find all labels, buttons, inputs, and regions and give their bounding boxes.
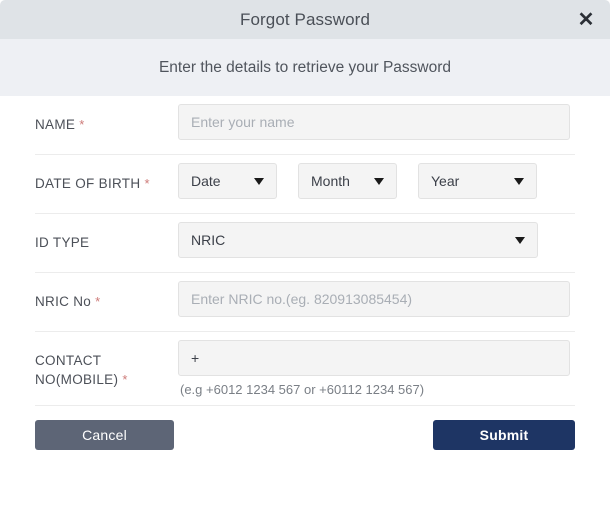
id-type-select[interactable]: NRIC [178,222,538,258]
chevron-down-icon [515,236,525,244]
required-asterisk: * [144,176,150,191]
label-name: NAME * [35,96,178,134]
dob-month-select-box[interactable]: Month [298,163,397,199]
dialog-subtitle-band: Enter the details to retrieve your Passw… [0,39,610,96]
cancel-button[interactable]: Cancel [35,420,174,450]
dialog-body: NAME * DATE OF BIRTH * Date [0,96,610,406]
chevron-down-icon [514,177,524,185]
label-nric-no-text: NRIC No [35,294,92,309]
control-name [178,96,575,148]
dob-selects-group: Date Month Year [178,163,575,199]
dob-year-select[interactable]: Year [418,163,537,199]
control-id-type: NRIC [178,214,575,266]
dob-year-value: Year [431,173,460,189]
dob-month-value: Month [311,173,350,189]
label-date-of-birth-text: DATE OF BIRTH [35,176,141,191]
contact-no-hint: (e.g +6012 1234 567 or +60112 1234 567) [180,382,425,397]
id-type-value: NRIC [191,232,226,248]
dob-date-select[interactable]: Date [178,163,277,199]
dialog-title: Forgot Password [240,9,370,29]
chevron-down-icon [374,177,384,185]
form-row-id-type: ID TYPE NRIC [35,214,575,273]
label-date-of-birth: DATE OF BIRTH * [35,155,178,193]
dialog-footer: Cancel Submit [0,406,610,450]
label-name-text: NAME [35,117,76,132]
form-row-name: NAME * [35,96,575,155]
required-asterisk: * [122,372,128,387]
nric-no-input[interactable] [178,281,570,317]
control-date-of-birth: Date Month Year [178,155,575,207]
dob-month-select[interactable]: Month [298,163,397,199]
label-id-type: ID TYPE [35,214,178,252]
required-asterisk: * [79,117,85,132]
label-nric-no: NRIC No * [35,273,178,311]
close-icon[interactable]: ✕ [575,9,597,31]
form-row-contact-no: CONTACT NO(MOBILE) * (e.g +6012 1234 567… [35,332,575,406]
form-row-date-of-birth: DATE OF BIRTH * Date Month Year [35,155,575,214]
name-input[interactable] [178,104,570,140]
dob-date-value: Date [191,173,221,189]
required-asterisk: * [95,294,101,309]
label-contact-no-line1: CONTACT [35,353,102,368]
control-contact-no: (e.g +6012 1234 567 or +60112 1234 567) [178,332,575,405]
label-contact-no: CONTACT NO(MOBILE) * [35,332,178,389]
label-contact-no-line2: NO(MOBILE) [35,372,119,387]
form-row-nric-no: NRIC No * [35,273,575,332]
dob-date-select-box[interactable]: Date [178,163,277,199]
contact-no-input[interactable] [178,340,570,376]
id-type-select-box[interactable]: NRIC [178,222,538,258]
chevron-down-icon [254,177,264,185]
submit-button[interactable]: Submit [433,420,575,450]
dob-year-select-box[interactable]: Year [418,163,537,199]
dialog-subtitle: Enter the details to retrieve your Passw… [158,58,452,76]
forgot-password-dialog: Forgot Password ✕ Enter the details to r… [0,0,610,513]
label-id-type-text: ID TYPE [35,235,90,250]
dialog-header: Forgot Password ✕ [0,0,610,39]
control-nric-no [178,273,575,325]
